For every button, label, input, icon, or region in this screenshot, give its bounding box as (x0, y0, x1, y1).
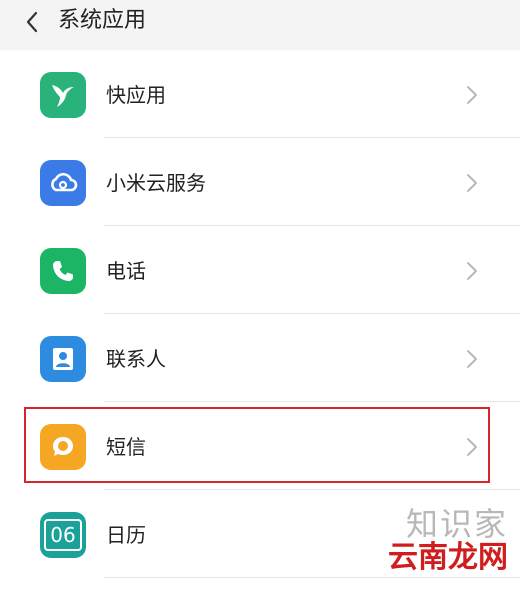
list-item-label: 小米云服务 (106, 171, 206, 195)
list-item-label: 电话 (106, 259, 146, 283)
back-button[interactable] (18, 8, 46, 36)
calendar-icon: 06 (40, 512, 86, 558)
list-item-phone[interactable]: 电话 (0, 226, 520, 314)
list-item-label: 快应用 (106, 83, 166, 107)
calendar-icon-date: 06 (50, 523, 76, 547)
list-item-quick-app[interactable]: 快应用 (0, 50, 520, 138)
chevron-right-icon (467, 262, 477, 280)
chat-bubble-icon (40, 424, 86, 470)
contact-person-icon (40, 336, 86, 382)
cloud-icon (40, 160, 86, 206)
list-item-contacts[interactable]: 联系人 (0, 314, 520, 402)
chevron-right-icon (467, 438, 477, 456)
list-item-label: 短信 (106, 435, 146, 459)
divider (104, 577, 520, 578)
hummingbird-icon (40, 72, 86, 118)
phone-icon (40, 248, 86, 294)
list-item-mi-cloud[interactable]: 小米云服务 (0, 138, 520, 226)
app-list: 快应用 小米云服务 电话 联系人 短信 06 日历 (0, 50, 520, 578)
system-apps-page: 系统应用 快应用 小米云服务 电话 联系人 短信 06 日历 知识家 云南龙网 (0, 0, 520, 589)
list-item-label: 联系人 (106, 347, 166, 371)
list-item-label: 日历 (106, 523, 146, 547)
page-title: 系统应用 (58, 8, 147, 33)
chevron-right-icon (467, 174, 477, 192)
list-item-messages[interactable]: 短信 (0, 402, 520, 490)
list-item-calendar[interactable]: 06 日历 (0, 490, 520, 578)
chevron-left-icon (26, 11, 38, 33)
chevron-right-icon (467, 350, 477, 368)
top-bar: 系统应用 (0, 0, 520, 50)
chevron-right-icon (467, 86, 477, 104)
